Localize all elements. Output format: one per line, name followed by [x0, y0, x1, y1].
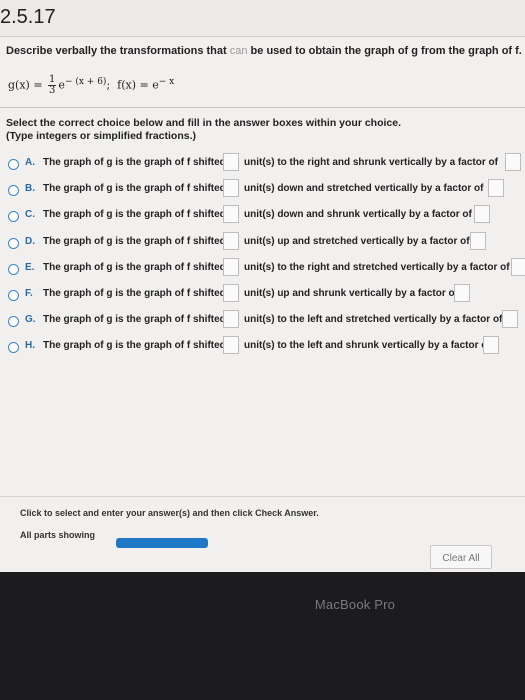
shift-answer-box[interactable]: [223, 284, 239, 302]
header-band: 2.5.17: [0, 0, 525, 37]
clear-all-button[interactable]: Clear All: [430, 545, 492, 569]
fraction-denominator: 3: [49, 85, 56, 96]
choice-letter: H.: [25, 340, 35, 351]
choice-letter: C.: [25, 209, 35, 220]
choice-text-2: unit(s) down and stretched vertically by…: [244, 183, 484, 194]
radio-button[interactable]: [8, 211, 19, 222]
shift-answer-box[interactable]: [223, 205, 239, 223]
radio-button[interactable]: [8, 185, 19, 196]
progress-bar: [116, 538, 208, 548]
f-exponent: − x: [158, 76, 175, 87]
g-left: g(x) =: [8, 78, 43, 92]
radio-button[interactable]: [8, 159, 19, 170]
choice-text-1: The graph of g is the graph of f shifted: [43, 236, 226, 247]
shift-answer-box[interactable]: [223, 232, 239, 250]
radio-button[interactable]: [8, 264, 19, 275]
radio-button[interactable]: [8, 342, 19, 353]
factor-answer-box[interactable]: [474, 205, 490, 223]
choice-letter: B.: [25, 183, 35, 194]
question-suffix: be used to obtain the graph of g from th…: [250, 45, 522, 57]
choice-text-2: unit(s) up and stretched vertically by a…: [244, 236, 470, 247]
footer-hint: Click to select and enter your answer(s)…: [20, 508, 319, 518]
shift-answer-box[interactable]: [223, 310, 239, 328]
choice-text-2: unit(s) to the left and stretched vertic…: [244, 314, 503, 325]
fraction: 1 3: [48, 75, 57, 96]
instructions: Select the correct choice below and fill…: [6, 117, 401, 143]
choice-text-2: unit(s) up and shrunk vertically by a fa…: [244, 288, 458, 299]
bezel-brand: MacBook Pro: [314, 597, 396, 612]
radio-button[interactable]: [8, 238, 19, 249]
factor-answer-box[interactable]: [502, 310, 518, 328]
shift-answer-box[interactable]: [223, 179, 239, 197]
progress-fill: [116, 538, 208, 548]
choice-text-1: The graph of g is the graph of f shifted: [43, 157, 226, 168]
choice-text-2: unit(s) to the right and shrunk vertical…: [244, 157, 498, 168]
radio-button[interactable]: [8, 290, 19, 301]
choice-text-1: The graph of g is the graph of f shifted: [43, 288, 226, 299]
choice-text-1: The graph of g is the graph of f shifted: [43, 183, 226, 194]
f-left: f(x) =: [117, 78, 149, 92]
question-prefix: Describe verbally the transformations th…: [6, 45, 227, 57]
factor-answer-box[interactable]: [511, 258, 525, 276]
instructions-line-2: (Type integers or simplified fractions.): [6, 130, 197, 142]
choice-text-2: unit(s) to the right and stretched verti…: [244, 262, 510, 273]
shift-answer-box[interactable]: [223, 258, 239, 276]
g-exponent: − (x + 6): [64, 76, 107, 87]
formula: g(x) = 1 3 e− (x + 6); f(x) = e− x: [8, 75, 174, 96]
shift-answer-box[interactable]: [223, 153, 239, 171]
instructions-line-1: Select the correct choice below and fill…: [6, 117, 402, 129]
shift-answer-box[interactable]: [223, 336, 239, 354]
divider: [0, 107, 525, 108]
factor-answer-box[interactable]: [470, 232, 486, 250]
choice-letter: G.: [25, 314, 36, 325]
formula-separator: ;: [106, 78, 111, 92]
choice-text-2: unit(s) down and shrunk vertically by a …: [244, 209, 472, 220]
footer-divider: [0, 496, 525, 497]
choice-text-1: The graph of g is the graph of f shifted: [43, 340, 226, 351]
factor-answer-box[interactable]: [488, 179, 504, 197]
parts-showing-label: All parts showing: [20, 530, 96, 540]
factor-answer-box[interactable]: [483, 336, 499, 354]
choice-text-1: The graph of g is the graph of f shifted: [43, 262, 226, 273]
choice-letter: A.: [25, 157, 35, 168]
question-text: Describe verbally the transformations th…: [6, 45, 522, 57]
choice-text-1: The graph of g is the graph of f shifted: [43, 209, 226, 220]
screen: 2.5.17 Describe verbally the transformat…: [0, 0, 525, 572]
problem-number: 2.5.17: [0, 6, 56, 28]
choice-letter: E.: [25, 262, 35, 273]
question-faded: can: [226, 45, 251, 57]
radio-button[interactable]: [8, 316, 19, 327]
choice-text-2: unit(s) to the left and shrunk verticall…: [244, 340, 491, 351]
choice-text-1: The graph of g is the graph of f shifted: [43, 314, 226, 325]
choice-letter: F.: [25, 288, 33, 299]
choice-letter: D.: [25, 236, 35, 247]
factor-answer-box[interactable]: [505, 153, 521, 171]
factor-answer-box[interactable]: [454, 284, 470, 302]
